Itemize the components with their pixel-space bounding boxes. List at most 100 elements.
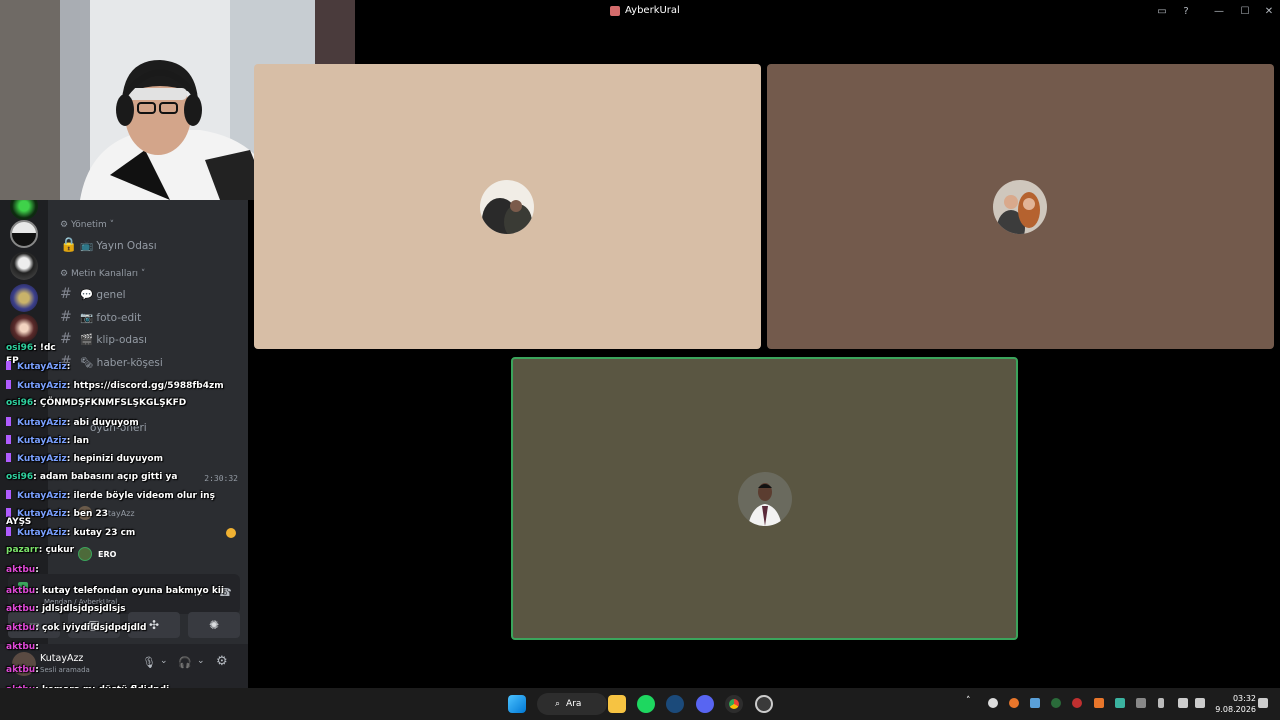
video-tile-speaking[interactable]	[511, 357, 1018, 640]
tray-app-icon[interactable]	[1094, 698, 1104, 708]
chat-username[interactable]: AYŞS	[6, 517, 31, 527]
chat-text: :	[66, 362, 71, 372]
chat-username[interactable]: aktbu	[6, 604, 35, 614]
headphones-icon[interactable]: 🎧	[178, 656, 192, 669]
chat-username[interactable]: aktbu	[6, 665, 35, 675]
chat-username[interactable]: osi96	[6, 343, 33, 353]
chat-message: aktbu:	[6, 642, 39, 652]
tray-app-icon[interactable]	[988, 698, 998, 708]
chat-text: : hepinizi duyuyom	[66, 454, 163, 464]
tray-microphone-icon[interactable]	[1158, 698, 1164, 708]
chat-username[interactable]: KutayAziz	[17, 491, 67, 501]
minimize-icon[interactable]: —	[1211, 3, 1227, 19]
microphone-icon[interactable]: 🎙	[142, 656, 156, 669]
volume-icon[interactable]	[1195, 698, 1205, 708]
soundboard-button[interactable]: ✺	[188, 612, 240, 638]
category-label: Yönetim	[70, 220, 107, 230]
participant-photo	[993, 180, 1047, 234]
notification-icon[interactable]	[1258, 698, 1268, 708]
clock[interactable]: 03:32 9.08.2026	[1212, 693, 1256, 715]
server-icon-person[interactable]	[10, 252, 38, 280]
emoji-icon	[226, 528, 236, 538]
title-bar: AyberkUral ▭ ? — ☐ ✕	[355, 0, 1280, 22]
network-icon[interactable]	[1178, 698, 1188, 708]
chat-username[interactable]: KutayAziz	[17, 418, 67, 428]
server-icon-warrior[interactable]	[10, 314, 38, 342]
chat-message: osi96: ÇÖNMDŞFKNMFSLŞKGLŞKFD	[6, 398, 186, 408]
maximize-icon[interactable]: ☐	[1237, 3, 1253, 19]
chat-username[interactable]: pazarr	[6, 545, 39, 555]
participant-avatar	[480, 180, 534, 234]
chat-username[interactable]: aktbu	[6, 623, 35, 633]
close-icon[interactable]: ✕	[1261, 3, 1277, 19]
discord-icon[interactable]	[696, 695, 714, 713]
subscriber-badge-icon	[6, 508, 11, 517]
video-tile[interactable]	[767, 64, 1274, 349]
chat-username[interactable]: KutayAziz	[17, 528, 67, 538]
chat-message: KutayAziz: hepinizi duyuyom	[6, 453, 163, 464]
subscriber-badge-icon	[6, 527, 11, 536]
tray-app-icon[interactable]	[1009, 698, 1019, 708]
channel-klip-odasi[interactable]: # 🎬 klip-odası	[60, 331, 147, 347]
chat-message: aktbu:	[6, 665, 39, 675]
chat-username[interactable]: aktbu	[6, 586, 35, 596]
chat-username[interactable]: aktbu	[6, 642, 35, 652]
category-label: Metin Kanalları	[70, 269, 139, 279]
tray-steam-icon[interactable]	[1030, 698, 1040, 708]
chat-username[interactable]: KutayAziz	[17, 381, 67, 391]
chat-username[interactable]: osi96	[6, 398, 33, 408]
chat-username[interactable]: aktbu	[6, 565, 35, 575]
lock-icon: 🔒	[60, 237, 78, 253]
windows-start-icon[interactable]	[508, 695, 526, 713]
search-button[interactable]: ⌕ Ara	[537, 693, 607, 715]
settings-gear-icon[interactable]: ⚙	[216, 654, 228, 669]
obs-icon[interactable]	[755, 695, 773, 713]
subscriber-badge-icon	[6, 490, 11, 499]
chat-username[interactable]: KutayAziz	[17, 362, 67, 372]
participant-photo	[738, 472, 792, 526]
search-icon: ⌕	[555, 699, 561, 709]
chat-text: : https://discord.gg/5988fb4zm	[66, 381, 224, 391]
chat-username[interactable]: KutayAziz	[17, 436, 67, 446]
inbox-icon[interactable]: ▭	[1154, 3, 1170, 19]
channel-yayin-odasi[interactable]: 🔒 📺 Yayın Odası	[60, 237, 157, 253]
chat-text: : çukur	[38, 545, 75, 555]
spotify-icon[interactable]	[637, 695, 655, 713]
subscriber-badge-icon	[6, 361, 11, 370]
tray-chevron-up-icon[interactable]: ˄	[966, 696, 976, 706]
soundboard-icon: ✺	[208, 618, 220, 632]
participant-avatar	[993, 180, 1047, 234]
tray-app-icon[interactable]	[1115, 698, 1125, 708]
help-icon[interactable]: ?	[1178, 3, 1194, 19]
channel-label: 📷 foto-edit	[80, 311, 142, 324]
voice-member[interactable]: ERO	[78, 547, 116, 561]
category-yonetim[interactable]: ⚙ Yönetim ˅	[60, 220, 114, 230]
video-tile[interactable]	[254, 64, 761, 349]
chat-message: pazarr: çukur	[6, 545, 74, 555]
server-icon-badge[interactable]	[10, 284, 38, 312]
hash-icon: #	[60, 286, 72, 302]
chevron-down-icon[interactable]: ⌄	[197, 656, 205, 666]
chat-message: aktbu: jdlsjdlsjdpsjdlsjs	[6, 604, 126, 614]
chat-text: :	[35, 565, 39, 575]
tray-app-icon[interactable]	[1051, 698, 1061, 708]
taskbar: ⌕ Ara ˄ 03:32 9.08.2026	[0, 688, 1280, 720]
channel-genel[interactable]: # 💬 genel	[60, 286, 126, 302]
chat-text: : jdlsjdlsjdpsjdlsjs	[35, 604, 126, 614]
chat-message: KutayAziz: ilerde böyle videom olur inş	[6, 490, 215, 501]
channel-foto-edit[interactable]: # 📷 foto-edit	[60, 309, 141, 325]
channel-haber-kosesi[interactable]: # 🗞 haber-köşesi	[60, 354, 163, 370]
chevron-down-icon[interactable]: ⌄	[160, 656, 168, 666]
channel-label: 🎬 klip-odası	[80, 333, 147, 346]
steam-icon[interactable]	[666, 695, 684, 713]
chat-username[interactable]: KutayAziz	[17, 454, 67, 464]
tray-app-icon[interactable]	[1072, 698, 1082, 708]
chrome-icon[interactable]	[725, 695, 743, 713]
tray-app-icon[interactable]	[1136, 698, 1146, 708]
server-icon-dark[interactable]	[10, 220, 38, 248]
chat-text: : abi duyuyom	[66, 418, 139, 428]
subscriber-badge-icon	[6, 417, 11, 426]
category-metin[interactable]: ⚙ Metin Kanalları ˅	[60, 269, 145, 279]
chat-username[interactable]: osi96	[6, 472, 33, 482]
file-explorer-icon[interactable]	[608, 695, 626, 713]
